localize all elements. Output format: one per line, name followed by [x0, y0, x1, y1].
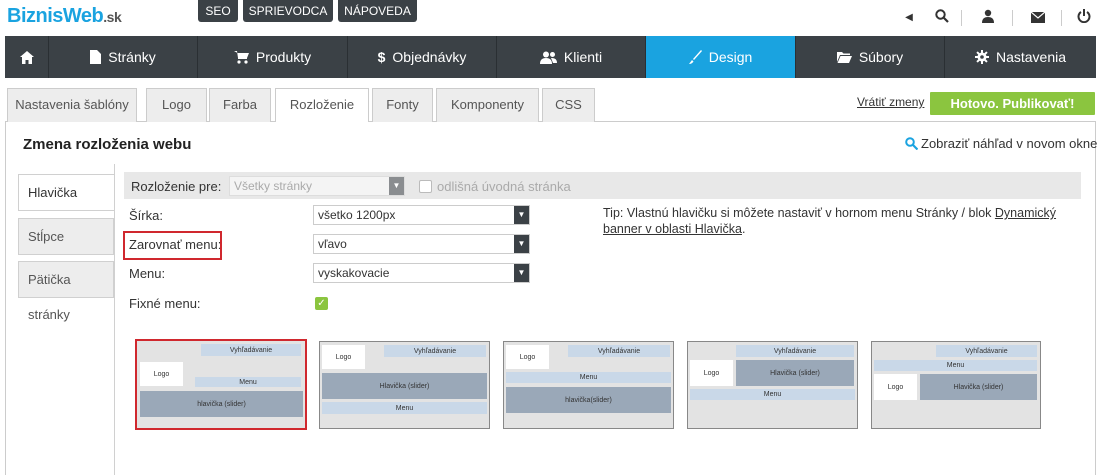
- layout-option-4[interactable]: Vyhľadávanie Logo Hlavička (slider) Menu: [687, 341, 858, 429]
- top-bar: BiznisWeb.sk SEO SPRIEVODCA NÁPOVEDA ◀: [0, 0, 1100, 36]
- folder-icon: [836, 52, 852, 63]
- layout-search: Vyhľadávanie: [936, 345, 1037, 357]
- layout-logo: Logo: [506, 345, 549, 369]
- collapse-left-icon[interactable]: ◀: [899, 8, 919, 28]
- tab-template-settings[interactable]: Nastavenia šablóny: [7, 88, 137, 122]
- nav-clients[interactable]: Klienti: [497, 36, 646, 78]
- seo-link[interactable]: SEO: [198, 0, 238, 22]
- power-icon[interactable]: [1074, 8, 1094, 28]
- nav-pages[interactable]: Stránky: [49, 36, 198, 78]
- help-link[interactable]: NÁPOVEDA: [338, 0, 417, 22]
- layout-menu: Menu: [195, 377, 301, 387]
- tab-color[interactable]: Farba: [209, 88, 271, 122]
- layout-header: hlavička(slider): [506, 387, 671, 413]
- page-icon: [90, 50, 102, 64]
- width-select[interactable]: všetko 1200px ▼: [313, 205, 530, 225]
- nav-design[interactable]: Design: [646, 36, 796, 78]
- layout-logo: Logo: [140, 362, 183, 386]
- user-icon[interactable]: [978, 8, 998, 28]
- nav-home[interactable]: [5, 36, 49, 78]
- tip-text: Tip: Vlastnú hlavičku si môžete nastaviť…: [603, 206, 1057, 236]
- layout-option-5[interactable]: Vyhľadávanie Menu Logo Hlavička (slider): [871, 341, 1041, 429]
- layout-header: hlavička (slider): [140, 391, 303, 417]
- tab-components[interactable]: Komponenty: [436, 88, 539, 122]
- cart-icon: [233, 50, 249, 64]
- chevron-down-icon: ▼: [514, 264, 529, 282]
- align-menu-select[interactable]: vľavo ▼: [313, 234, 530, 254]
- search-icon[interactable]: [932, 8, 952, 28]
- fixed-menu-label: Fixné menu:: [129, 296, 201, 311]
- layout-menu: Menu: [874, 360, 1037, 371]
- layout-search: Vyhľadávanie: [736, 345, 854, 357]
- layout-for-select[interactable]: Všetky stránky ▼: [229, 176, 405, 196]
- layout-for-label: Rozloženie pre:: [131, 179, 222, 194]
- layout-header: Hlavička (slider): [736, 360, 854, 386]
- gear-icon: [974, 50, 989, 64]
- layout-menu: Menu: [506, 372, 671, 383]
- tab-logo[interactable]: Logo: [146, 88, 207, 122]
- layout-menu: Menu: [322, 402, 487, 414]
- search-icon: [905, 137, 919, 151]
- side-tab-columns[interactable]: Stĺpce: [18, 218, 114, 255]
- layout-option-3[interactable]: Logo Vyhľadávanie Menu hlavička(slider): [503, 341, 674, 429]
- brush-icon: [688, 50, 702, 64]
- layout-logo: Logo: [690, 360, 733, 386]
- layout-search: Vyhľadávanie: [201, 344, 301, 356]
- layout-header: Hlavička (slider): [920, 374, 1037, 400]
- layout-option-1[interactable]: Vyhľadávanie Logo Menu hlavička (slider): [135, 339, 307, 430]
- side-divider: [114, 164, 115, 475]
- layout-option-2[interactable]: Logo Vyhľadávanie Hlavička (slider) Menu: [319, 341, 490, 429]
- brand-logo[interactable]: BiznisWeb.sk: [7, 5, 122, 28]
- chevron-down-icon: ▼: [514, 206, 529, 224]
- nav-products[interactable]: Produkty: [198, 36, 348, 78]
- width-label: Šírka:: [129, 208, 163, 223]
- highlight-box: [123, 231, 222, 260]
- tab-layout[interactable]: Rozloženie: [275, 88, 369, 123]
- page-title: Zmena rozloženia webu: [23, 136, 192, 153]
- tab-fonts[interactable]: Fonty: [372, 88, 433, 122]
- side-tab-footer[interactable]: Pätička stránky: [18, 261, 114, 322]
- guide-link[interactable]: SPRIEVODCA: [243, 0, 333, 22]
- chevron-down-icon: ▼: [389, 177, 404, 195]
- revert-changes-link[interactable]: Vrátiť zmeny: [857, 95, 924, 109]
- chevron-down-icon: ▼: [514, 235, 529, 253]
- different-homepage-label: odlišná úvodná stránka: [437, 179, 571, 194]
- layout-logo: Logo: [874, 374, 917, 400]
- layout-menu: Menu: [690, 389, 855, 400]
- layout-logo: Logo: [322, 345, 365, 369]
- menu-label: Menu:: [129, 266, 166, 281]
- nav-settings[interactable]: Nastavenia: [945, 36, 1096, 78]
- menu-select[interactable]: vyskakovacie ▼: [313, 263, 530, 283]
- nav-orders[interactable]: $ Objednávky: [348, 36, 497, 78]
- tab-css[interactable]: CSS: [542, 88, 595, 122]
- nav-files[interactable]: Súbory: [796, 36, 945, 78]
- main-nav: Stránky Produkty $ Objednávky Klienti Des…: [5, 36, 1096, 78]
- users-icon: [539, 51, 557, 64]
- publish-button[interactable]: Hotovo. Publikovať!: [930, 92, 1095, 115]
- layout-search: Vyhľadávanie: [384, 345, 486, 357]
- dollar-icon: $: [377, 49, 386, 65]
- fixed-menu-checkbox[interactable]: ✓: [315, 297, 328, 310]
- mail-icon[interactable]: [1028, 8, 1048, 28]
- side-tab-header[interactable]: Hlavička: [18, 174, 114, 211]
- home-icon: [19, 50, 34, 64]
- preview-link[interactable]: Zobraziť náhľad v novom okne: [905, 136, 1097, 151]
- layout-search: Vyhľadávanie: [568, 345, 670, 357]
- layout-header: Hlavička (slider): [322, 373, 487, 399]
- different-homepage-checkbox[interactable]: [419, 180, 432, 193]
